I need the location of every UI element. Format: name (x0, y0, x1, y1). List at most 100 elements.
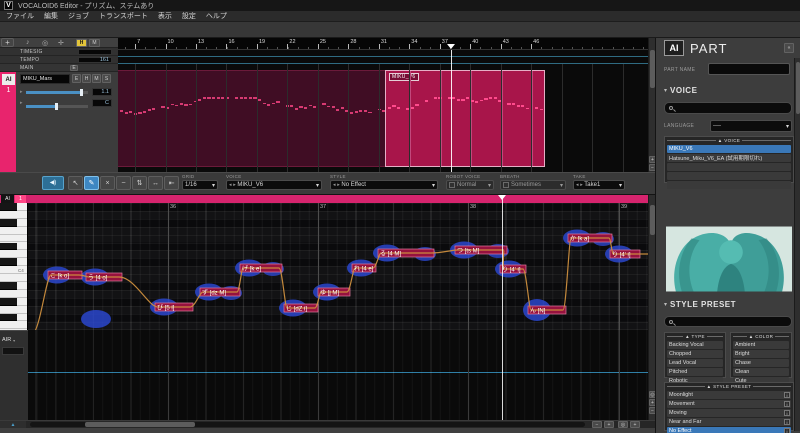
black-key[interactable] (0, 282, 17, 290)
h-zoom-full-button[interactable]: + (630, 421, 640, 428)
preset-list-item[interactable]: Moonlighti (667, 391, 791, 399)
h-zoom-fit-button[interactable]: ◎ (618, 421, 628, 428)
arrangement-ruler[interactable]: 710131619222528313437404346 (118, 38, 648, 50)
white-key[interactable] (0, 211, 28, 219)
color-list-item[interactable]: Chase (733, 359, 789, 367)
menu-view[interactable]: 表示 (158, 11, 172, 21)
preset-list-item[interactable]: Movementi (667, 400, 791, 408)
chevron-down-icon[interactable]: ▾ (664, 87, 667, 94)
pr-breath-dropdown[interactable]: Sometimes ▾ (500, 180, 566, 190)
preset-info-button[interactable]: i (784, 410, 790, 416)
main-edit-button[interactable]: E (70, 65, 78, 71)
track-edit-button[interactable]: E (72, 74, 81, 83)
spin-left-icon[interactable]: ◂ (333, 182, 336, 188)
white-key[interactable] (0, 322, 28, 330)
add-track-button[interactable]: + (1, 38, 14, 47)
language-dropdown[interactable]: ----▾ (710, 120, 792, 132)
preset-list-item[interactable]: Near and Fari (667, 418, 791, 426)
track-volume-slider[interactable] (26, 91, 88, 94)
spin-left-icon[interactable]: ◂ (576, 182, 579, 188)
spin-left-icon[interactable]: ◂ (229, 182, 232, 188)
voice-list-empty-row[interactable] (667, 172, 791, 180)
track-name-field[interactable]: MIKU_Mars (20, 74, 70, 84)
black-key[interactable] (0, 314, 17, 322)
color-list-item[interactable]: Clean (733, 368, 789, 376)
black-key[interactable] (0, 243, 17, 251)
spin-right-icon[interactable]: ▸ (337, 182, 340, 188)
preset-info-button[interactable]: i (784, 401, 790, 407)
black-key[interactable] (0, 203, 17, 211)
voice-list-item[interactable]: Hatsune_Miku_V6_EA (試用期限切れ) (667, 154, 791, 162)
h-zoom-out-button[interactable]: − (592, 421, 602, 428)
playhead-marker[interactable] (498, 195, 506, 200)
arrangement-vscrollbar[interactable]: + − (648, 38, 655, 172)
pr-updown-tool[interactable]: ⇅ (132, 176, 147, 190)
voice-section-header[interactable]: VOICE (670, 86, 697, 95)
chevron-down-icon[interactable]: ▾ (664, 301, 667, 308)
note-tool-icon[interactable]: ♪ (26, 39, 30, 46)
menu-job[interactable]: ジョブ (68, 11, 89, 21)
white-key[interactable] (0, 306, 28, 314)
spin-right-icon[interactable]: ▸ (580, 182, 583, 188)
pr-grid-dropdown[interactable]: 1/16▾ (182, 180, 218, 190)
preset-info-button[interactable]: i (784, 428, 790, 433)
voice-list-empty-row[interactable] (667, 163, 791, 171)
pr-pointer-tool[interactable]: ↖ (68, 176, 83, 190)
preset-info-button[interactable]: i (784, 419, 790, 425)
pr-robot-dropdown[interactable]: Normal ▾ (446, 180, 494, 190)
white-key[interactable] (0, 290, 28, 298)
timesig-value[interactable] (78, 49, 112, 55)
arrangement-grid[interactable]: MIKU_V6 (118, 50, 648, 172)
style-search-input[interactable] (664, 316, 792, 327)
type-list-item[interactable]: Lead Vocal (667, 359, 723, 367)
type-list-item[interactable]: Chopped (667, 350, 723, 358)
panel-collapse-button[interactable]: « (784, 43, 794, 53)
white-key[interactable] (0, 274, 28, 282)
voice-list-empty-row[interactable] (667, 181, 791, 189)
voice-list-header[interactable]: ▲ VOICE (718, 138, 741, 143)
pr-trim-tool[interactable]: ⇤ (164, 176, 179, 190)
piano-keyboard[interactable]: C4 (0, 203, 28, 330)
part-name-input[interactable] (708, 63, 790, 75)
type-list-item[interactable]: Backing Vocal (667, 341, 723, 349)
preset-list-item[interactable]: Movingi (667, 409, 791, 417)
color-list-header[interactable]: ▲ COLOR (749, 334, 774, 339)
type-list-header[interactable]: ▲ TYPE (685, 334, 705, 339)
pr-curve-tool[interactable]: ~ (116, 176, 131, 190)
track-pan-slider[interactable] (26, 105, 88, 108)
param-value-box[interactable] (2, 347, 24, 355)
menu-transport[interactable]: トランスポート (99, 11, 148, 21)
param-selector[interactable]: AIR ▾ (2, 337, 15, 343)
circle-tool-icon[interactable]: ◎ (42, 39, 48, 47)
white-key[interactable] (0, 227, 28, 235)
param-lane[interactable] (28, 330, 648, 420)
global-hide-button[interactable]: H (76, 39, 87, 47)
robot-checkbox[interactable] (449, 182, 455, 188)
preset-info-button[interactable]: i (784, 392, 790, 398)
color-list-item[interactable]: Bright (733, 350, 789, 358)
black-key[interactable] (0, 258, 17, 266)
pr-stretch-tool[interactable]: ↔ (148, 176, 163, 190)
preview-speaker-button[interactable]: ◀) (42, 176, 64, 190)
menu-settings[interactable]: 設定 (182, 11, 196, 21)
pr-voice-dropdown[interactable]: ◂ ▸ MIKU_V6 ▾ (226, 180, 322, 190)
playhead-line[interactable] (502, 195, 503, 420)
preset-list-header[interactable]: ▲ STYLE PRESET (707, 384, 752, 389)
white-key[interactable] (0, 235, 28, 243)
voice-search-input[interactable] (664, 102, 792, 114)
piano-roll-part-strip[interactable]: AI 1 (0, 195, 648, 203)
track-hide-button[interactable]: H (82, 74, 91, 83)
preset-list-item[interactable]: No Effecti (667, 427, 791, 433)
tempo-value[interactable]: 161 (78, 57, 112, 63)
arrangement-playhead[interactable] (451, 50, 452, 172)
song-part[interactable] (118, 70, 385, 167)
white-key[interactable] (0, 250, 28, 258)
menu-help[interactable]: ヘルプ (206, 11, 227, 21)
cross-tool-icon[interactable]: ✛ (58, 39, 64, 47)
pr-erase-tool[interactable]: × (100, 176, 115, 190)
style-preset-section-header[interactable]: STYLE PRESET (670, 300, 736, 309)
track-solo-button[interactable]: S (102, 74, 111, 83)
arrangement-playhead-marker[interactable] (447, 44, 455, 49)
color-list-item[interactable]: Ambient (733, 341, 789, 349)
h-zoom-in-button[interactable]: + (604, 421, 614, 428)
